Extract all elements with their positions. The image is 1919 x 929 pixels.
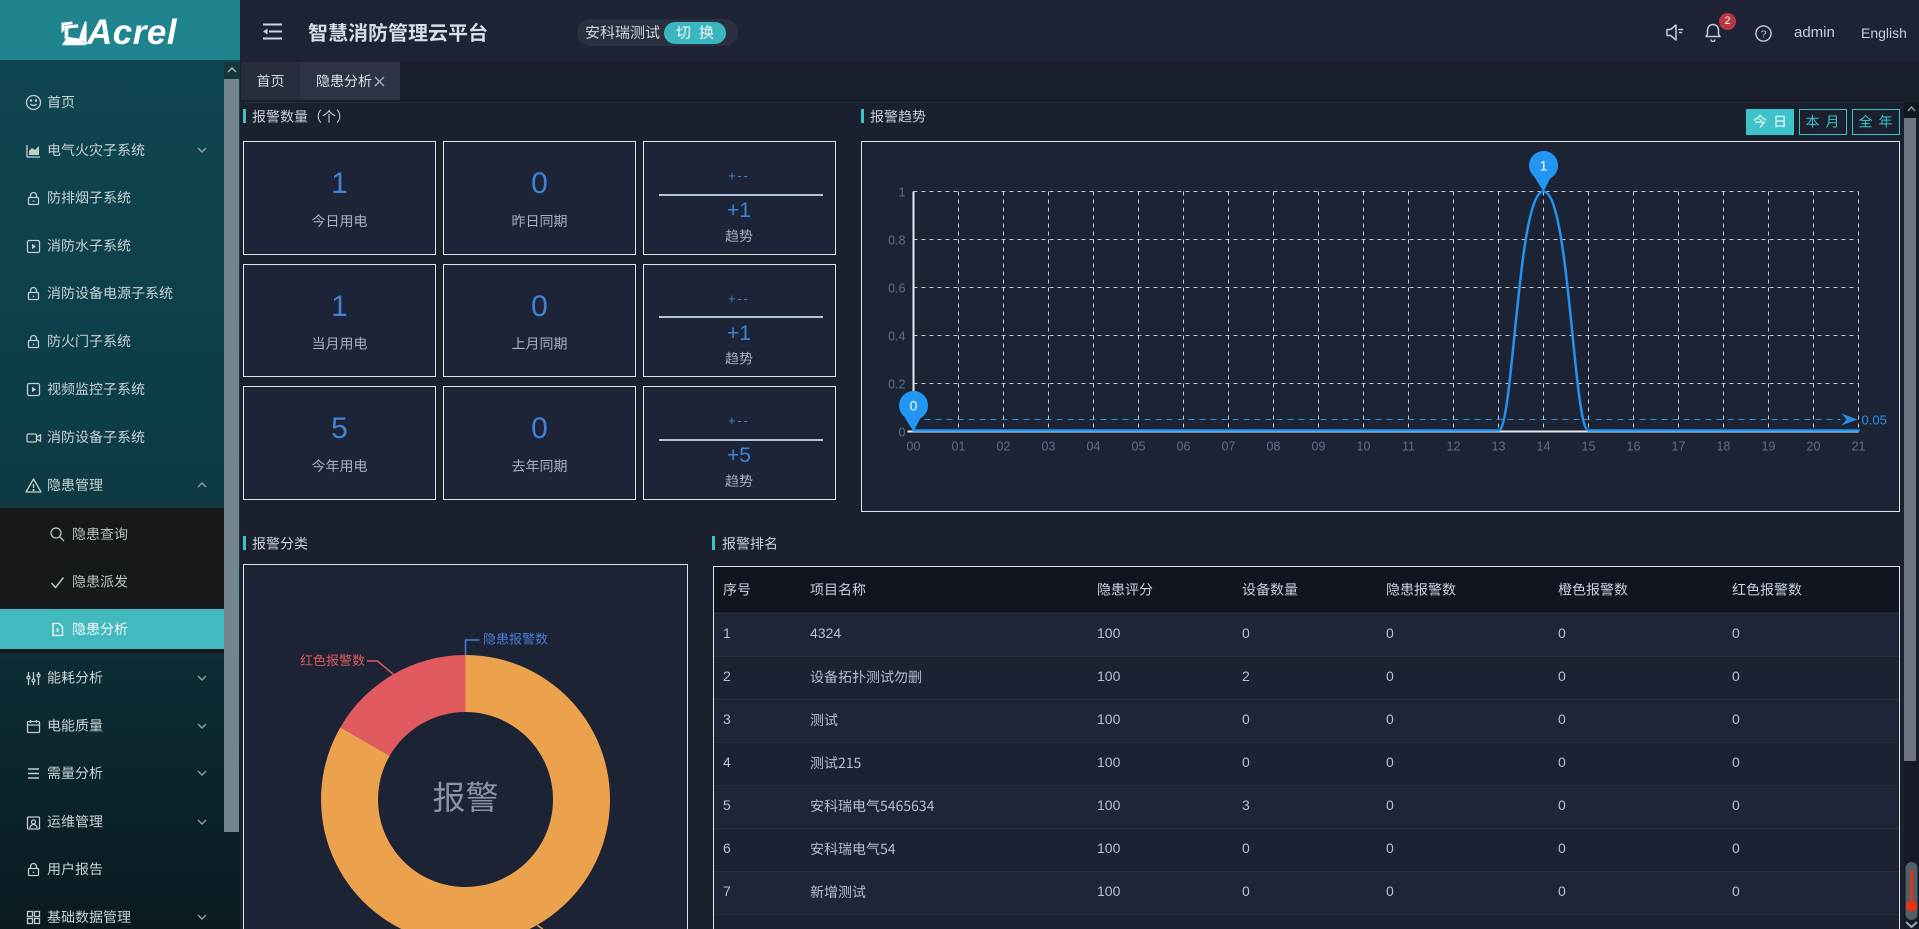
svg-text:14: 14 [1537,440,1551,454]
svg-text:06: 06 [1177,440,1191,454]
svg-text:07: 07 [1222,440,1236,454]
svg-text:10: 10 [1357,440,1371,454]
svg-text:02: 02 [997,440,1011,454]
svg-text:0.2: 0.2 [888,378,905,392]
svg-text:13: 13 [1492,440,1506,454]
svg-text:04: 04 [1087,440,1101,454]
svg-text:?: ? [1761,28,1767,40]
svg-text:16: 16 [1627,440,1641,454]
svg-text:0: 0 [899,426,906,440]
svg-text:15: 15 [1582,440,1596,454]
svg-text:11: 11 [1402,440,1415,454]
svg-text:0.6: 0.6 [888,282,905,296]
svg-text:05: 05 [1132,440,1146,454]
svg-text:21: 21 [1852,440,1866,454]
svg-text:00: 00 [907,440,921,454]
svg-text:08: 08 [1267,440,1281,454]
svg-text:03: 03 [1042,440,1056,454]
svg-text:0.05: 0.05 [1862,413,1887,428]
svg-text:18: 18 [1717,440,1731,454]
svg-text:19: 19 [1762,440,1776,454]
svg-text:01: 01 [952,440,966,454]
svg-text:1: 1 [1540,158,1548,174]
svg-text:0.4: 0.4 [888,330,905,344]
svg-text:0: 0 [910,398,918,414]
svg-text:1: 1 [899,186,906,200]
svg-text:12: 12 [1447,440,1461,454]
svg-text:17: 17 [1672,440,1686,454]
svg-text:09: 09 [1312,440,1326,454]
svg-text:0.8: 0.8 [888,234,905,248]
svg-text:20: 20 [1807,440,1821,454]
